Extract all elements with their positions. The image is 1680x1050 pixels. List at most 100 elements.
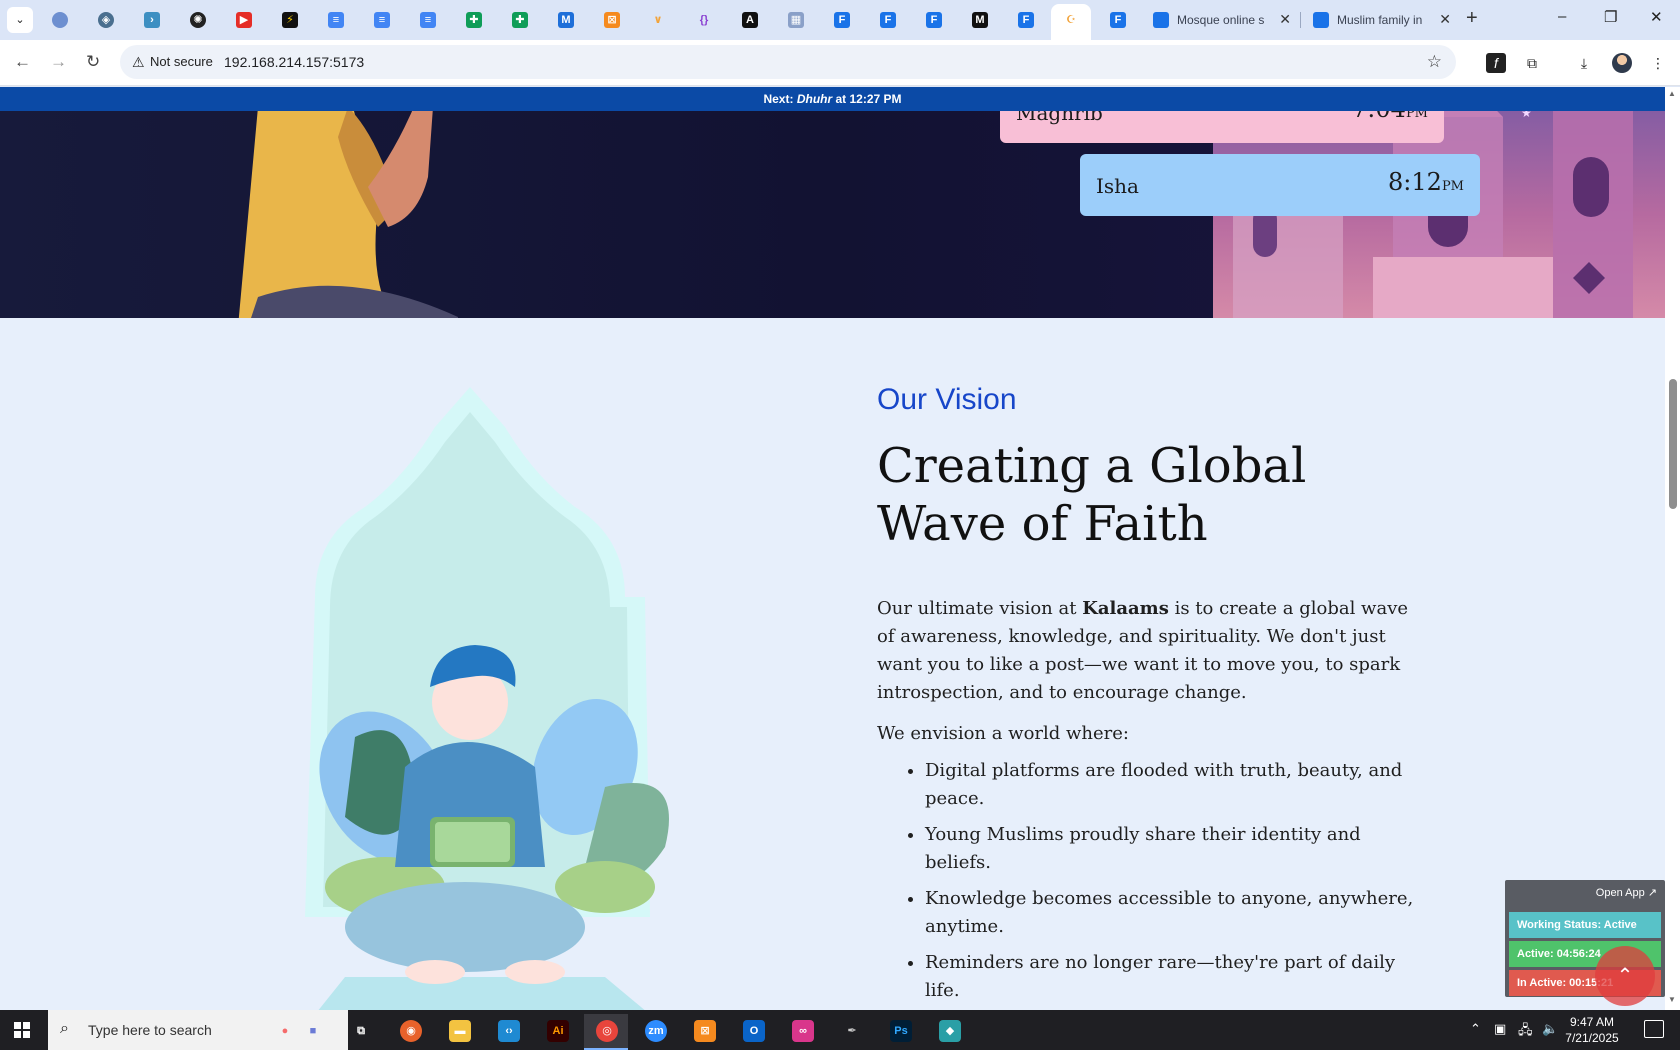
taskbar-app-illustrator[interactable]: Ai [535,1014,579,1050]
security-tray-icon[interactable]: ▣ [1494,1021,1506,1037]
pinned-tab[interactable]: F [1098,7,1138,33]
network-icon[interactable]: 🖧 [1518,1021,1533,1043]
tab[interactable]: Mosque online s ✕ [1143,6,1299,34]
clock-time: 9:47 AM [1569,1015,1615,1029]
extension-icon[interactable]: f [1486,53,1506,73]
pinned-tab[interactable]: ✚ [454,7,494,33]
pinned-tab[interactable]: M [546,7,586,33]
vision-bullet-list: Digital platforms are flooded with truth… [925,757,1415,1010]
profile-avatar[interactable] [1612,53,1632,73]
forms-icon: F [834,12,850,28]
taskbar-app-explorer[interactable]: ▬ [437,1014,481,1050]
forward-arrow-icon[interactable]: → [50,52,67,72]
tab[interactable]: Muslim family in ✕ [1303,6,1459,34]
pinned-tab[interactable]: ⚡ [270,7,310,33]
youtube-icon: ▶ [236,12,252,28]
browser-tab-strip: ⌄ ◈ › ✺ ▶ ⚡ ≡ ≡ ≡ ✚ ✚ M ⊠ ∨ {} A ▦ F F F… [0,0,1680,40]
list-item: Knowledge becomes accessible to anyone, … [925,885,1415,941]
pinned-tab[interactable]: {} [684,7,724,33]
more-menu-icon[interactable]: ⋮ [1648,53,1668,73]
forms-icon: F [1018,12,1034,28]
url-text[interactable]: 192.168.214.157:5173 [224,54,364,70]
pinned-tab[interactable]: F [1006,7,1046,33]
taskbar-app-chrome[interactable]: ◎ [584,1014,628,1050]
tab-divider [1300,12,1301,28]
taskbar-app-vscode[interactable]: ‹› [486,1014,530,1050]
pinned-tab[interactable]: ✺ [178,7,218,33]
security-label[interactable]: Not secure [150,54,213,69]
taskbar-app-firefox[interactable]: ◉ [388,1014,432,1050]
scroll-up-icon[interactable]: ▲ [1668,89,1676,98]
pinned-tab[interactable]: ≡ [408,7,448,33]
pinned-tab[interactable]: M [960,7,1000,33]
close-icon[interactable]: ✕ [1439,11,1451,28]
google-sheets-icon: ✚ [512,12,528,28]
pinned-tab[interactable]: F [868,7,908,33]
bolt-icon: ⚡ [282,12,298,28]
taskbar-clock[interactable]: 9:47 AM 7/21/2025 [1552,1014,1632,1046]
minimize-button[interactable]: – [1558,8,1566,25]
taskbar-app-creative-cloud[interactable]: ∞ [780,1014,824,1050]
app-icon: A [742,12,758,28]
chevron-up-icon[interactable]: ⌃ [1470,1021,1481,1037]
xampp-icon: ⊠ [694,1020,716,1042]
heading-line: Wave of Faith [877,496,1208,552]
close-window-button[interactable]: ✕ [1650,8,1663,26]
scroll-to-top-button[interactable]: ⌃ [1595,946,1655,1006]
warning-icon: ⚠ [132,54,145,70]
windows-start-icon[interactable] [14,1022,30,1038]
task-view-button[interactable]: ⧉ [338,1014,382,1050]
tab-title: Mosque online s [1177,13,1265,27]
pinned-tab[interactable]: ⊠ [592,7,632,33]
address-bar[interactable]: ⚠ Not secure 192.168.214.157:5173 ☆ [120,45,1456,79]
pinned-tab[interactable]: › [132,7,172,33]
taskbar-app[interactable]: ✒ [829,1014,873,1050]
download-icon[interactable]: ⤓ [1574,53,1594,73]
hero-section: ★ Maghrib 7:04PM Isha 8:12PM [0,87,1665,318]
reload-icon[interactable]: ↻ [86,52,100,72]
taskbar-app-xampp[interactable]: ⊠ [682,1014,726,1050]
scroll-down-icon[interactable]: ▼ [1668,995,1676,1004]
pinned-tab[interactable]: ▦ [776,7,816,33]
prayer-time: 8:12PM [1388,168,1464,196]
pinned-tab[interactable]: A [730,7,770,33]
pinned-tab[interactable]: ◈ [86,7,126,33]
section-heading: Creating a Global Wave of Faith [877,437,1437,553]
list-item: Reminders are no longer rare—they're par… [925,949,1415,1005]
scrollbar-thumb[interactable] [1669,379,1677,509]
browser-toolbar: ← → ↻ ⚠ Not secure 192.168.214.157:5173 … [0,40,1680,86]
working-status-badge: Working Status: Active [1509,912,1661,938]
notification-icon[interactable] [1644,1020,1664,1038]
pinned-tab[interactable]: ▶ [224,7,264,33]
prayer-name: Isha [1096,174,1139,198]
taskbar-app-photoshop[interactable]: Ps [878,1014,922,1050]
pinned-tab[interactable]: F [914,7,954,33]
taskbar-app-zoom[interactable]: zm [633,1014,677,1050]
tab-search-chevron-icon[interactable]: ⌄ [7,7,33,33]
restore-button[interactable]: ❐ [1604,8,1617,26]
pinned-tab[interactable]: ∨ [638,7,678,33]
pinned-tab[interactable]: ≡ [316,7,356,33]
vision-intro: We envision a world where: [877,723,1129,744]
medium-icon: M [972,12,988,28]
page-scrollbar[interactable]: ▲ ▼ [1665,87,1680,1010]
back-arrow-icon[interactable]: ← [14,52,31,72]
pinned-tab[interactable]: ≡ [362,7,402,33]
new-tab-button[interactable]: + [1466,7,1478,30]
taskbar-app[interactable]: ■ [290,1014,334,1050]
heading-line: Creating a Global [877,438,1307,494]
xampp-icon: ⊠ [604,12,620,28]
open-app-button[interactable]: Open App ↗ [1596,886,1657,899]
bookmark-star-icon[interactable]: ☆ [1427,52,1442,72]
pinned-tab[interactable] [40,7,80,33]
taskbar-app-outlook[interactable]: O [731,1014,775,1050]
pinned-tab[interactable]: ✚ [500,7,540,33]
next-prayer-name: Dhuhr [796,92,833,106]
section-eyebrow: Our Vision [877,383,1017,416]
vscode-icon: ‹› [498,1020,520,1042]
puzzle-icon[interactable]: ⧉ [1522,53,1542,73]
close-icon[interactable]: ✕ [1279,11,1291,28]
pinned-tab-active[interactable]: ☪ [1051,4,1091,40]
pinned-tab[interactable]: F [822,7,862,33]
taskbar-app[interactable]: ◆ [927,1014,971,1050]
